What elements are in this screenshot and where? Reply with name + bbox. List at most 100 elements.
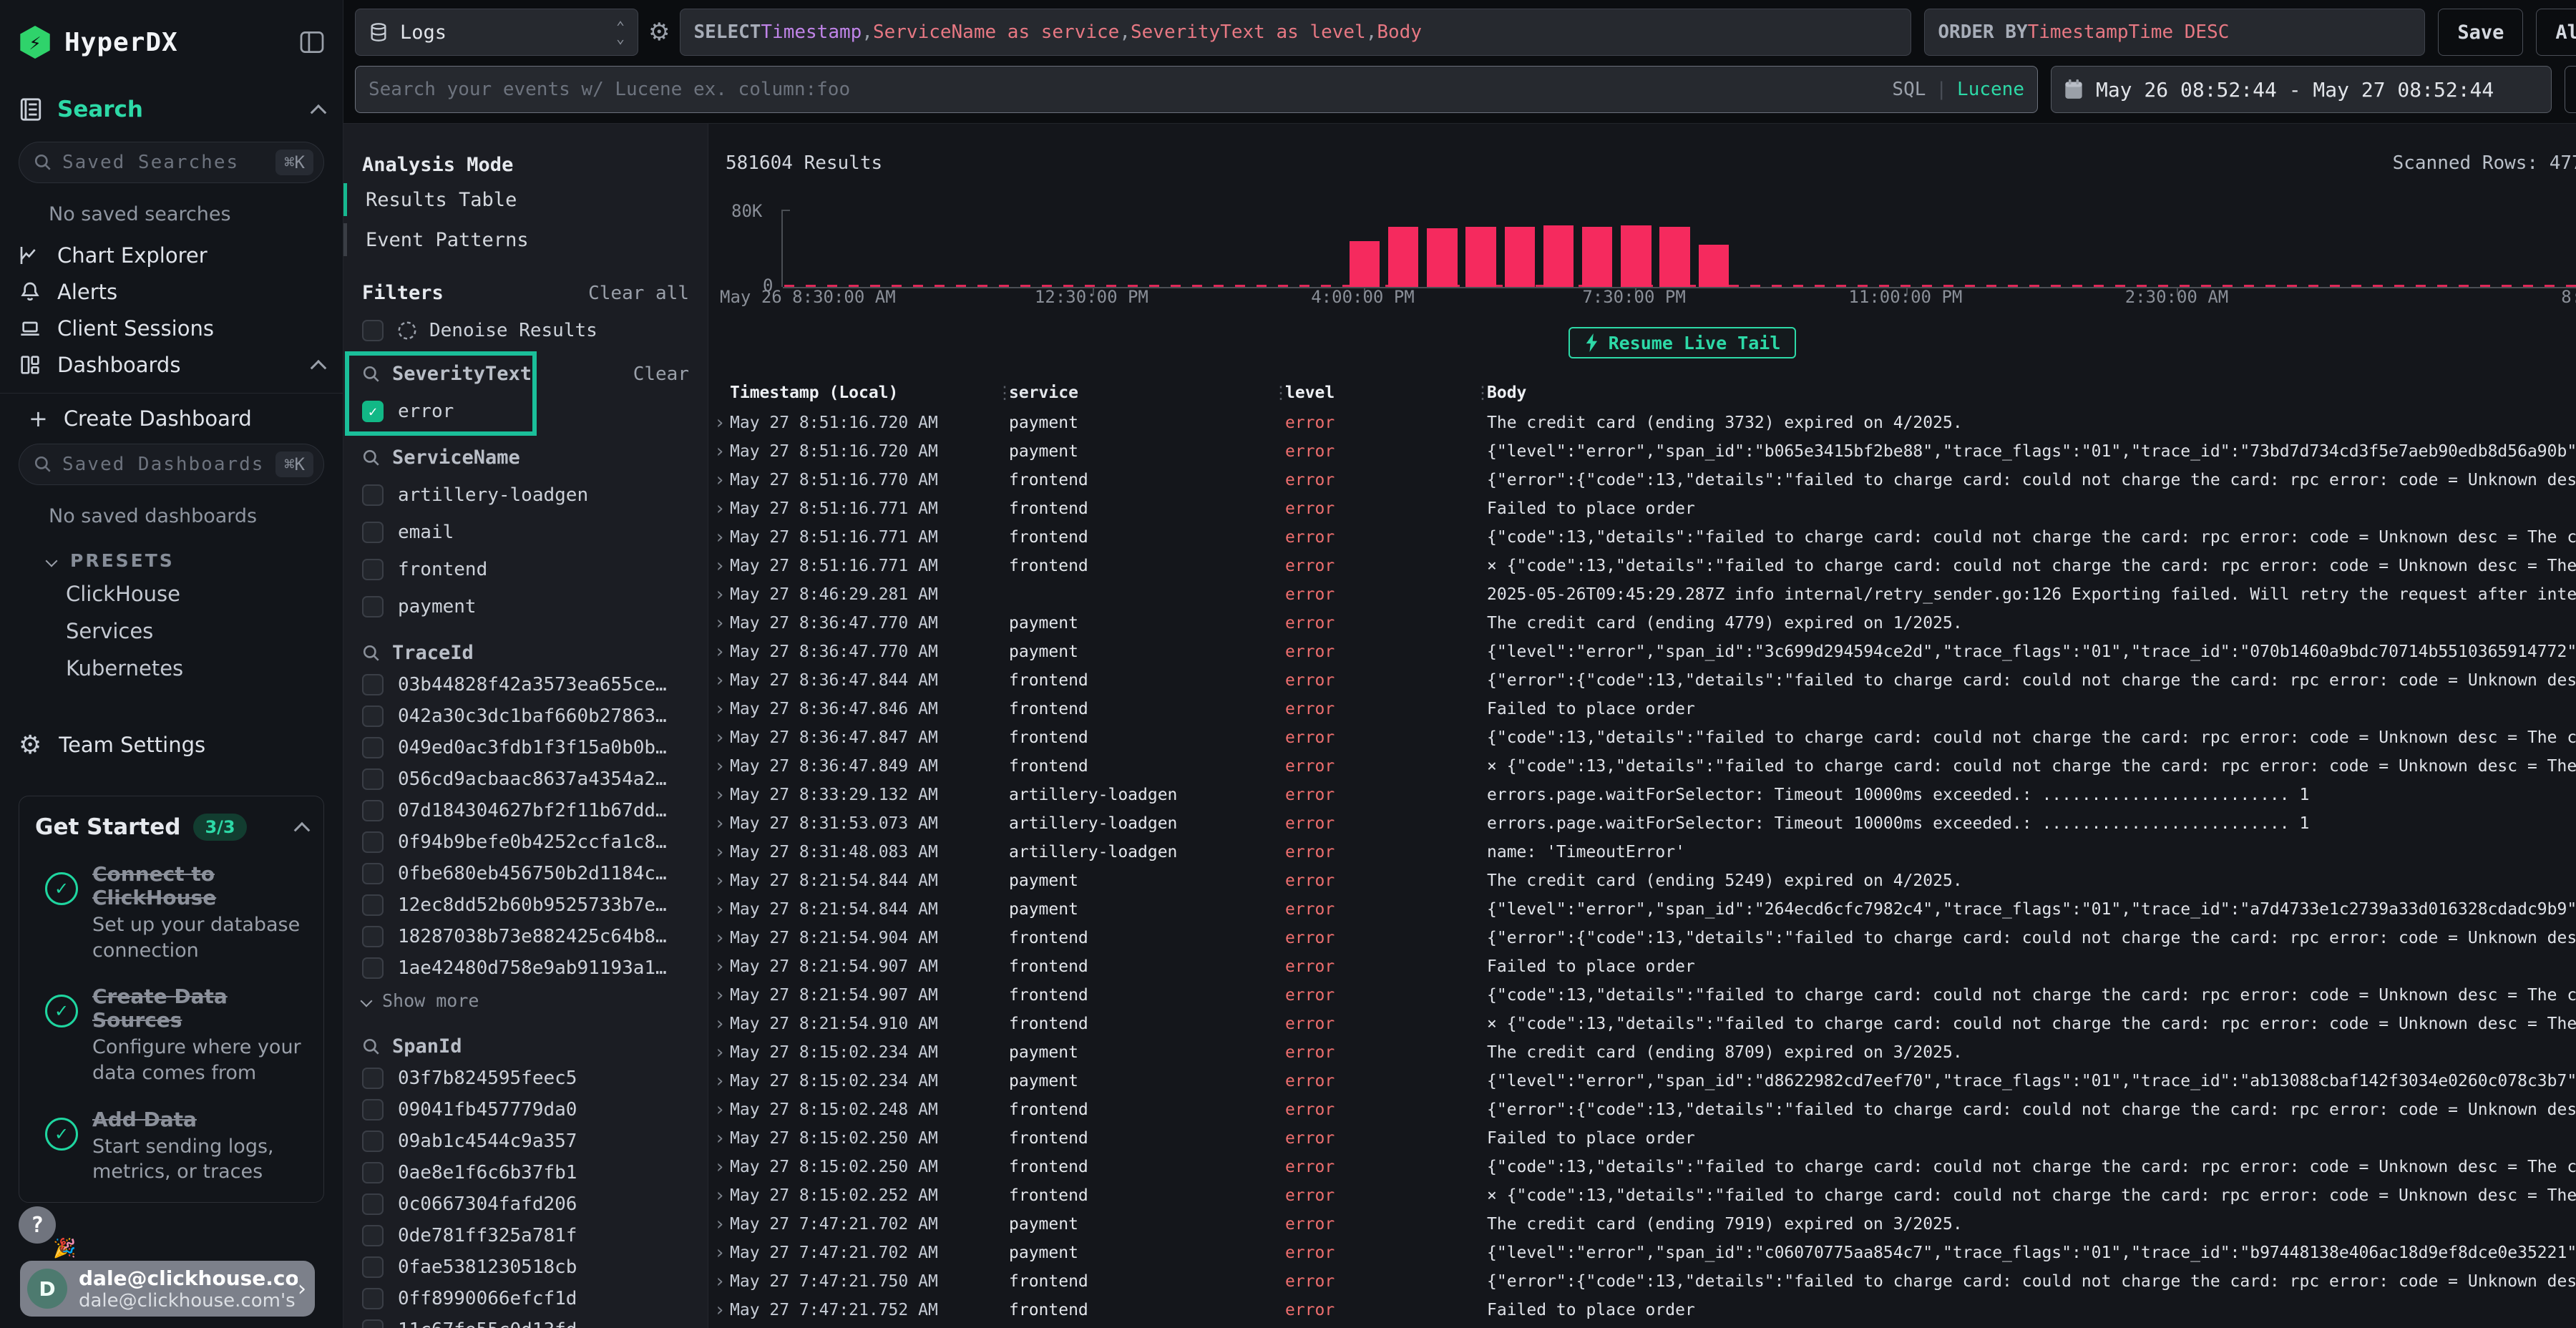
table-row[interactable]: ›May 27 8:15:02.250 AMfrontenderror{"cod… (708, 1153, 2576, 1181)
filter-option[interactable]: email (343, 522, 689, 543)
filter-option[interactable]: 09ab1c4544c9a357 (343, 1131, 689, 1152)
column-header-service[interactable]: ⋮service (996, 384, 1272, 402)
filter-option[interactable]: 03b44828f42a3573ea655ce… (343, 674, 689, 695)
table-row[interactable]: ›May 27 8:51:16.771 AMfrontenderror× {"c… (708, 552, 2576, 580)
expand-row-chevron-icon[interactable]: › (708, 956, 730, 977)
expand-row-chevron-icon[interactable]: › (708, 1099, 730, 1120)
filter-option[interactable]: payment (343, 596, 689, 617)
column-resize-handle[interactable]: ⋮ (996, 384, 1013, 402)
table-row[interactable]: ›May 27 8:15:02.234 AMpaymenterror{"leve… (708, 1067, 2576, 1095)
show-more-button[interactable]: Show more (343, 990, 689, 1011)
filter-option[interactable]: 049ed0ac3fdb1f3f15a0b0b… (343, 737, 689, 758)
filter-option[interactable]: 056cd9acbaac8637a4354a2… (343, 768, 689, 790)
expand-row-chevron-icon[interactable]: › (708, 670, 730, 691)
chevron-up-icon[interactable] (294, 822, 311, 839)
get-started-item[interactable]: ✓Add DataStart sending logs, metrics, or… (35, 1108, 308, 1185)
sidebar-item-client-sessions[interactable]: Client Sessions (19, 311, 324, 346)
column-header-timestamp[interactable]: Timestamp (Local) (730, 384, 996, 402)
run-query-button[interactable] (2565, 66, 2576, 113)
help-button[interactable]: ? (19, 1206, 56, 1244)
analysis-mode-results-table[interactable]: Results Table (343, 183, 689, 216)
save-button[interactable]: Save (2438, 9, 2523, 56)
expand-row-chevron-icon[interactable]: › (708, 1185, 730, 1206)
filter-option[interactable]: 1ae42480d758e9ab91193a1… (343, 957, 689, 979)
histogram-bar[interactable] (1388, 227, 1418, 287)
histogram-bar[interactable] (1465, 227, 1496, 287)
column-header-level[interactable]: ⋮level (1272, 384, 1474, 402)
table-row[interactable]: ›May 27 8:15:02.250 AMfrontenderrorFaile… (708, 1124, 2576, 1153)
filter-option[interactable]: 0fae5381230518cb (343, 1256, 689, 1278)
expand-row-chevron-icon[interactable]: › (708, 441, 730, 462)
expand-row-chevron-icon[interactable]: › (708, 1299, 730, 1321)
histogram-bar[interactable] (1621, 225, 1651, 287)
table-row[interactable]: ›May 27 7:47:21.750 AMfrontenderror{"err… (708, 1267, 2576, 1296)
table-row[interactable]: ›May 27 8:36:47.847 AMfrontenderror{"cod… (708, 723, 2576, 752)
saved-searches-input[interactable]: Saved Searches ⌘K (19, 142, 324, 183)
histogram-bar[interactable] (1350, 241, 1380, 287)
table-row[interactable]: ›May 27 8:21:54.904 AMfrontenderror{"err… (708, 924, 2576, 952)
search-input[interactable]: Search your events w/ Lucene ex. column:… (355, 66, 2038, 113)
expand-row-chevron-icon[interactable]: › (708, 1128, 730, 1149)
expand-row-chevron-icon[interactable]: › (708, 870, 730, 892)
expand-row-chevron-icon[interactable]: › (708, 412, 730, 434)
filter-option[interactable]: 11c67fe55c0d13fd (343, 1319, 689, 1328)
clear-all-filters-button[interactable]: Clear all (588, 283, 689, 304)
table-row[interactable]: ›May 27 7:47:21.752 AMfrontenderrorFaile… (708, 1296, 2576, 1324)
filter-option[interactable]: 18287038b73e882425c64b8… (343, 926, 689, 947)
expand-row-chevron-icon[interactable]: › (708, 1271, 730, 1292)
sidebar-item-chart-explorer[interactable]: Chart Explorer (19, 238, 324, 273)
histogram-bar[interactable] (1659, 227, 1689, 287)
filter-option[interactable]: 12ec8dd52b60b9525733b7e… (343, 894, 689, 916)
expand-row-chevron-icon[interactable]: › (708, 555, 730, 577)
column-header-body[interactable]: ⋮Body (1474, 384, 2576, 402)
get-started-item[interactable]: ✓Create Data SourcesConfigure where your… (35, 985, 308, 1085)
expand-row-chevron-icon[interactable]: › (708, 784, 730, 806)
histogram-bar[interactable] (1543, 225, 1574, 287)
histogram-bar[interactable] (1505, 227, 1535, 287)
table-row[interactable]: ›May 27 8:31:53.073 AMartillery-loadgene… (708, 809, 2576, 838)
filter-option[interactable]: 03f7b824595feec5 (343, 1068, 689, 1089)
filter-option[interactable]: 0ff8990066efcf1d (343, 1288, 689, 1309)
expand-row-chevron-icon[interactable]: › (708, 612, 730, 634)
filter-option[interactable]: ✓error (343, 401, 689, 422)
table-row[interactable]: ›May 27 8:51:16.720 AMpaymenterror{"leve… (708, 437, 2576, 466)
expand-row-chevron-icon[interactable]: › (708, 727, 730, 748)
results-histogram[interactable]: 80K 0 May 26 8:30:00 AM12:30:00 PM4:00:0… (726, 195, 2576, 317)
table-row[interactable]: ›May 27 8:51:16.771 AMfrontenderrorFaile… (708, 494, 2576, 523)
expand-row-chevron-icon[interactable]: › (708, 927, 730, 949)
filter-option[interactable]: 0c0667304fafd206 (343, 1193, 689, 1215)
filter-option[interactable]: 0ae8e1f6c6b37fb1 (343, 1162, 689, 1183)
expand-row-chevron-icon[interactable]: › (708, 841, 730, 863)
filter-option[interactable]: 0fbe680eb456750b2d1184c… (343, 863, 689, 884)
table-row[interactable]: ›May 27 8:21:54.907 AMfrontenderror{"cod… (708, 981, 2576, 1010)
table-row[interactable]: ›May 27 8:15:02.252 AMfrontenderror× {"c… (708, 1181, 2576, 1210)
filter-option[interactable]: 0f94b9befe0b4252ccfa1c8… (343, 831, 689, 853)
expand-row-chevron-icon[interactable]: › (708, 698, 730, 720)
table-row[interactable]: ›May 27 8:21:54.844 AMpaymenterrorThe cr… (708, 866, 2576, 895)
resume-live-tail-button[interactable]: Resume Live Tail (1568, 327, 1797, 358)
clear-filter-button[interactable]: Clear (633, 363, 689, 385)
presets-section-toggle[interactable]: PRESETS (19, 539, 324, 575)
filter-option[interactable]: 09041fb457779da0 (343, 1099, 689, 1120)
denoise-results-checkbox[interactable]: Denoise Results (343, 320, 689, 341)
expand-row-chevron-icon[interactable]: › (708, 756, 730, 777)
table-row[interactable]: ›May 27 8:51:16.771 AMfrontenderror{"cod… (708, 523, 2576, 552)
expand-row-chevron-icon[interactable]: › (708, 641, 730, 663)
table-row[interactable]: ›May 27 8:15:02.234 AMpaymenterrorThe cr… (708, 1038, 2576, 1067)
language-toggle-sql[interactable]: SQL (1892, 79, 1926, 100)
column-resize-handle[interactable]: ⋮ (1474, 384, 1491, 402)
expand-row-chevron-icon[interactable]: › (708, 1156, 730, 1178)
expand-row-chevron-icon[interactable]: › (708, 527, 730, 548)
histogram-bar[interactable] (1582, 227, 1612, 287)
preset-clickhouse[interactable]: ClickHouse (19, 575, 324, 612)
expand-row-chevron-icon[interactable]: › (708, 1013, 730, 1035)
table-row[interactable]: ›May 27 8:36:47.846 AMfrontenderrorFaile… (708, 695, 2576, 723)
table-row[interactable]: ›May 27 8:36:47.770 AMpaymenterrorThe cr… (708, 609, 2576, 638)
expand-row-chevron-icon[interactable]: › (708, 584, 730, 605)
expand-row-chevron-icon[interactable]: › (708, 498, 730, 519)
table-row[interactable]: ›May 27 8:21:54.844 AMpaymenterror{"leve… (708, 895, 2576, 924)
column-resize-handle[interactable]: ⋮ (1272, 384, 1289, 402)
select-query-input[interactable]: SELECT Timestamp, ServiceName as service… (680, 9, 1911, 56)
table-row[interactable]: ›May 27 8:21:54.910 AMfrontenderror× {"c… (708, 1010, 2576, 1038)
create-dashboard-button[interactable]: + Create Dashboard (19, 401, 324, 436)
